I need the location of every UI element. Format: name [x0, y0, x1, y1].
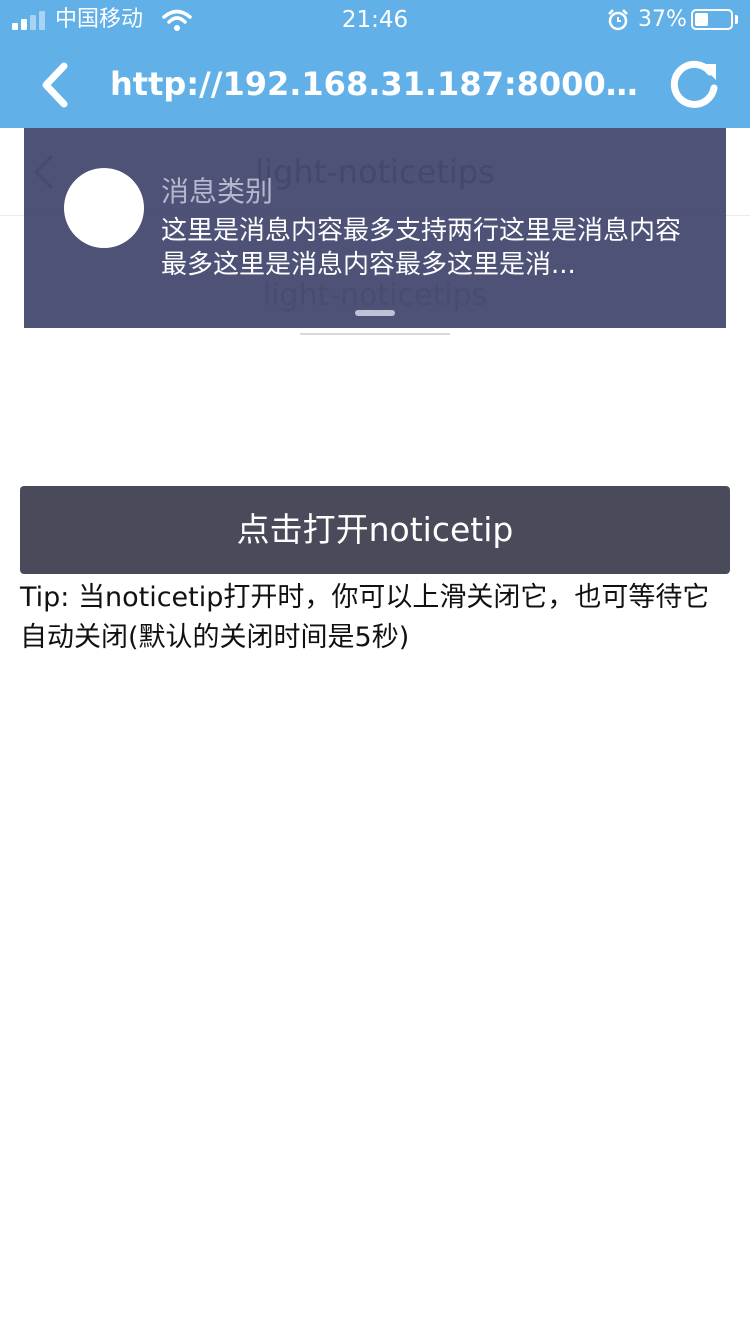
alarm-icon — [608, 9, 628, 31]
browser-top-bar: 中国移动 21:46 37% http://192.168.31.187:800… — [0, 0, 750, 128]
screen: 中国移动 21:46 37% http://192.168.31.187:800… — [0, 0, 750, 1334]
noticetip-drag-handle[interactable] — [355, 310, 395, 316]
noticetip-category: 消息类别 — [161, 175, 274, 208]
battery-tip — [735, 15, 738, 24]
back-arrow-icon[interactable] — [30, 60, 80, 110]
subtitle-underline — [300, 333, 450, 335]
battery-percent: 37% — [638, 7, 687, 32]
noticetip-panel[interactable]: 消息类别 这里是消息内容最多支持两行这里是消息内容最多这里是消息内容最多这里是消… — [24, 128, 726, 328]
tip-text: Tip: 当noticetip打开时，你可以上滑关闭它，也可等待它自动关闭(默认… — [20, 582, 710, 653]
status-bar: 中国移动 21:46 37% — [0, 0, 750, 40]
battery-level — [695, 13, 708, 26]
reload-icon[interactable] — [664, 54, 724, 114]
noticetip-avatar — [64, 168, 144, 248]
noticetip-content: 这里是消息内容最多支持两行这里是消息内容最多这里是消息内容最多这里是消... — [161, 216, 681, 280]
address-bar-url[interactable]: http://192.168.31.187:8000/we... — [110, 64, 640, 104]
open-noticetip-button[interactable]: 点击打开noticetip — [20, 486, 730, 574]
battery-icon — [691, 9, 733, 30]
